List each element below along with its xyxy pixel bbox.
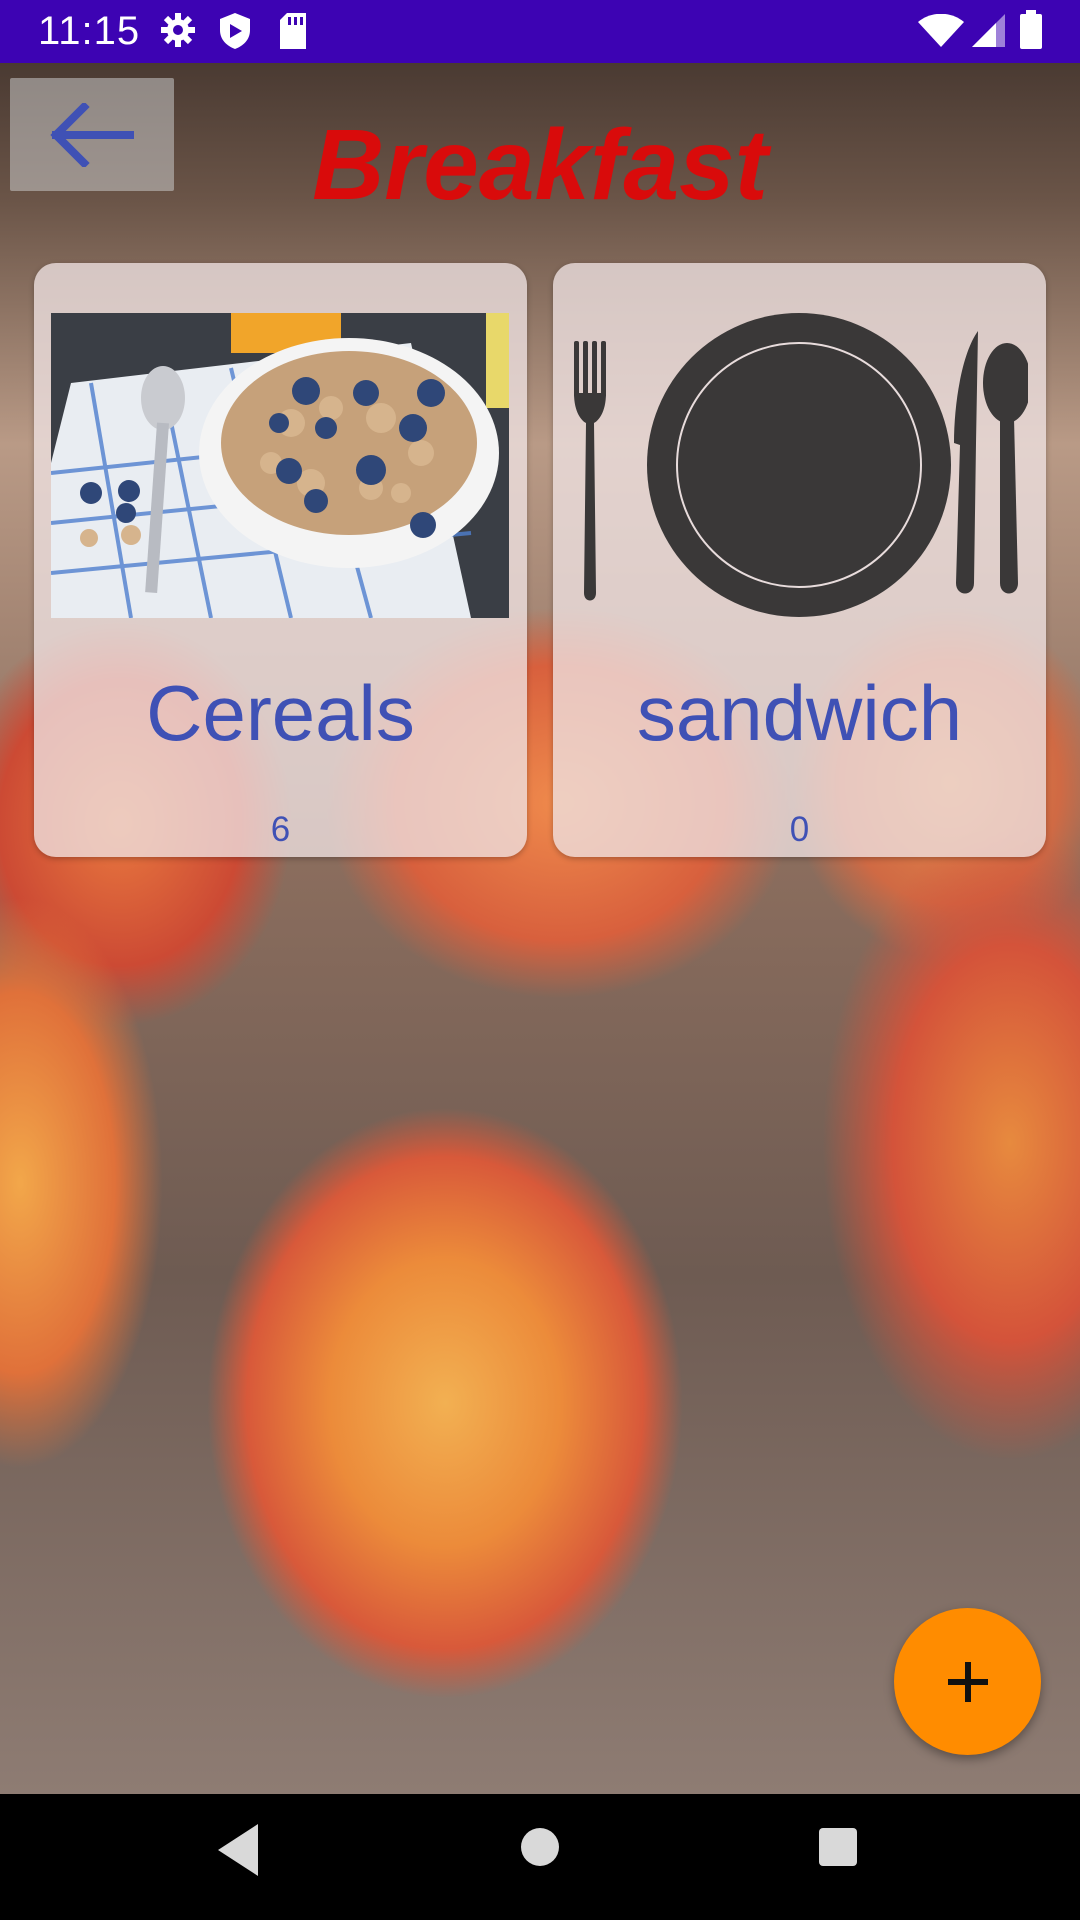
cereal-bowl-photo xyxy=(51,313,509,618)
recents-square-icon[interactable] xyxy=(815,1824,861,1874)
card-title: sandwich xyxy=(636,669,963,757)
sd-card-icon xyxy=(278,12,308,54)
navigation-bar xyxy=(0,1794,1080,1920)
category-card-sandwich[interactable]: sandwich 0 xyxy=(553,263,1046,857)
wifi-icon xyxy=(918,13,964,52)
card-title: Cereals xyxy=(146,669,415,757)
status-time: 11:15 xyxy=(38,9,141,53)
card-count: 0 xyxy=(789,810,810,849)
status-bar: 11:15 xyxy=(0,0,1080,63)
content-area: Breakfast Cereals 6 sandwich 0 xyxy=(0,63,1080,1794)
plus-icon xyxy=(947,1661,988,1702)
category-card-cereals[interactable]: Cereals 6 xyxy=(34,263,527,857)
signal-icon xyxy=(972,14,1006,52)
shield-icon xyxy=(218,12,252,54)
back-triangle-icon[interactable] xyxy=(214,1820,262,1884)
settings-icon xyxy=(160,12,196,52)
battery-icon xyxy=(1019,10,1043,54)
add-button[interactable] xyxy=(894,1608,1041,1755)
plate-cutlery-icon xyxy=(570,313,1028,618)
home-circle-icon[interactable] xyxy=(517,1824,563,1874)
page-title: Breakfast xyxy=(312,109,768,221)
card-count: 6 xyxy=(270,810,291,849)
